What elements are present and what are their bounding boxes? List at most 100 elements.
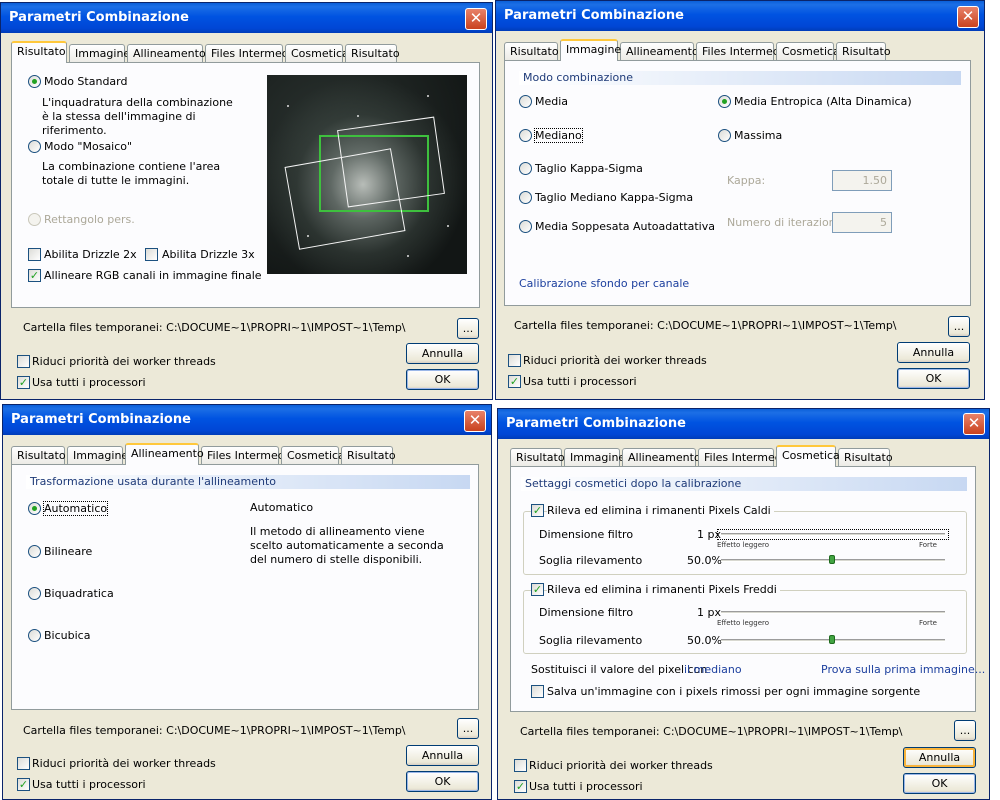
entropica-radio[interactable] [718,95,731,108]
use-all-cpus-checkbox[interactable]: ✓ [17,778,30,791]
kappa-sigma-label[interactable]: Taglio Kappa-Sigma [535,162,643,175]
soppesata-label[interactable]: Media Soppesata Autoadattativa [535,220,715,233]
massima-radio[interactable] [718,129,731,142]
cancel-button[interactable]: Annulla [406,745,479,766]
caldi-soglia-slider[interactable] [721,555,945,564]
modo-standard-label[interactable]: Modo Standard [44,75,127,88]
entropica-label[interactable]: Media Entropica (Alta Dinamica) [734,95,912,108]
reduce-priority-checkbox[interactable] [17,355,30,368]
browse-button[interactable]: ... [948,316,970,337]
caldi-dimensione-slider[interactable] [717,529,949,540]
tab-allineamento[interactable]: Allineamento [622,448,701,466]
ok-button[interactable]: OK [897,368,970,389]
dialog-title-bar[interactable]: Parametri Combinazione [1,3,492,33]
biquadratica-label[interactable]: Biquadratica [44,587,114,600]
tab-allineamento[interactable]: Allineamento [125,443,204,465]
salva-label[interactable]: Salva un'immagine con i pixels rimossi p… [547,685,920,698]
biquadratica-radio[interactable] [28,587,41,600]
tab-files-intermedi[interactable]: Files Intermedi [696,42,783,60]
reduce-priority-label[interactable]: Riduci priorità dei worker threads [523,354,707,367]
media-radio[interactable] [519,95,532,108]
soppesata-radio[interactable] [519,220,532,233]
tab-risultato[interactable]: Risultato [504,42,559,60]
browse-button[interactable]: ... [457,718,479,739]
kappa-field[interactable]: 1.50 [832,170,892,191]
modo-mosaico-radio[interactable] [28,140,41,153]
rettangolo-radio[interactable] [28,213,41,226]
cancel-button[interactable]: Annulla [406,343,479,364]
modo-mosaico-label[interactable]: Modo "Mosaico" [44,140,132,153]
reduce-priority-label[interactable]: Riduci priorità dei worker threads [529,759,713,772]
drizzle-2x-label[interactable]: Abilita Drizzle 2x [44,248,137,261]
bicubica-radio[interactable] [28,629,41,642]
drizzle-2x-checkbox[interactable] [28,248,41,261]
use-all-cpus-checkbox[interactable]: ✓ [17,376,30,389]
slider-thumb[interactable] [829,555,835,564]
browse-button[interactable]: ... [954,720,976,741]
drizzle-3x-checkbox[interactable] [145,248,158,261]
salva-checkbox[interactable] [531,685,544,698]
reduce-priority-checkbox[interactable] [17,757,30,770]
tab-files-intermedi[interactable]: Files Intermedi [698,448,785,466]
tab-risultato-2[interactable]: Risultato [345,44,400,62]
kappa-sigma-radio[interactable] [519,162,532,175]
tab-allineamento[interactable]: Allineamento [620,42,699,60]
pixels-freddi-label[interactable]: Rileva ed elimina i rimanenti Pixels Fre… [547,583,780,596]
tab-immagine[interactable]: Immagine [67,446,128,464]
calibrazione-link[interactable]: Calibrazione sfondo per canale [519,277,689,290]
tab-risultato[interactable]: Risultato [11,41,67,63]
iterations-field[interactable]: 5 [832,212,892,233]
tab-immagine[interactable]: Immagine [69,44,130,62]
tab-files-intermedi[interactable]: Files Intermedi [205,44,292,62]
modo-standard-radio[interactable] [28,75,41,88]
reduce-priority-checkbox[interactable] [508,354,521,367]
mediano-label[interactable]: Mediano [534,128,583,143]
use-all-cpus-label[interactable]: Usa tutti i processori [529,780,643,793]
dialog-title-bar[interactable]: Parametri Combinazione [3,405,491,435]
tab-immagine[interactable]: Immagine [564,448,625,466]
mediano-kappa-sigma-label[interactable]: Taglio Mediano Kappa-Sigma [535,191,693,204]
media-label[interactable]: Media [535,95,568,108]
massima-label[interactable]: Massima [734,129,782,142]
reduce-priority-checkbox[interactable] [514,759,527,772]
tab-cosmetica[interactable]: Cosmetica [776,445,840,467]
freddi-dimensione-slider[interactable] [721,611,945,614]
mediano-radio[interactable] [519,129,532,142]
pixels-caldi-checkbox[interactable]: ✓ [531,504,544,517]
bilineare-label[interactable]: Bilineare [44,545,92,558]
reduce-priority-label[interactable]: Riduci priorità dei worker threads [32,355,216,368]
ok-button[interactable]: OK [406,771,479,792]
bicubica-label[interactable]: Bicubica [44,629,90,642]
freddi-soglia-slider[interactable] [721,635,945,644]
use-all-cpus-checkbox[interactable]: ✓ [508,375,521,388]
use-all-cpus-checkbox[interactable]: ✓ [514,780,527,793]
browse-button[interactable]: ... [457,318,479,339]
close-button[interactable]: ✕ [465,8,487,30]
drizzle-3x-label[interactable]: Abilita Drizzle 3x [162,248,255,261]
pixels-freddi-checkbox[interactable]: ✓ [531,583,544,596]
allineare-rgb-checkbox[interactable]: ✓ [28,269,41,282]
tab-risultato-2[interactable]: Risultato [836,42,891,60]
tab-risultato[interactable]: Risultato [510,448,565,466]
use-all-cpus-label[interactable]: Usa tutti i processori [32,376,146,389]
mediano-kappa-sigma-radio[interactable] [519,191,532,204]
bilineare-radio[interactable] [28,545,41,558]
use-all-cpus-label[interactable]: Usa tutti i processori [523,375,637,388]
tab-allineamento[interactable]: Allineamento [127,44,206,62]
tab-cosmetica[interactable]: Cosmetica [776,42,840,60]
use-all-cpus-label[interactable]: Usa tutti i processori [32,778,146,791]
close-button[interactable]: ✕ [464,410,486,432]
cancel-button[interactable]: Annulla [903,747,976,768]
dialog-title-bar[interactable]: Parametri Combinazione [498,409,989,439]
close-button[interactable]: ✕ [957,6,979,28]
pixels-caldi-label[interactable]: Rileva ed elimina i rimanenti Pixels Cal… [547,504,774,517]
tab-risultato-2[interactable]: Risultato [838,448,893,466]
ok-button[interactable]: OK [903,773,976,794]
ok-button[interactable]: OK [406,369,479,390]
tab-risultato[interactable]: Risultato [11,446,66,464]
automatico-radio[interactable] [28,502,41,515]
prova-link[interactable]: Prova sulla prima immagine... [821,663,985,676]
tab-immagine[interactable]: Immagine [560,39,621,61]
close-button[interactable]: ✕ [963,413,985,435]
tab-cosmetica[interactable]: Cosmetica [281,446,345,464]
